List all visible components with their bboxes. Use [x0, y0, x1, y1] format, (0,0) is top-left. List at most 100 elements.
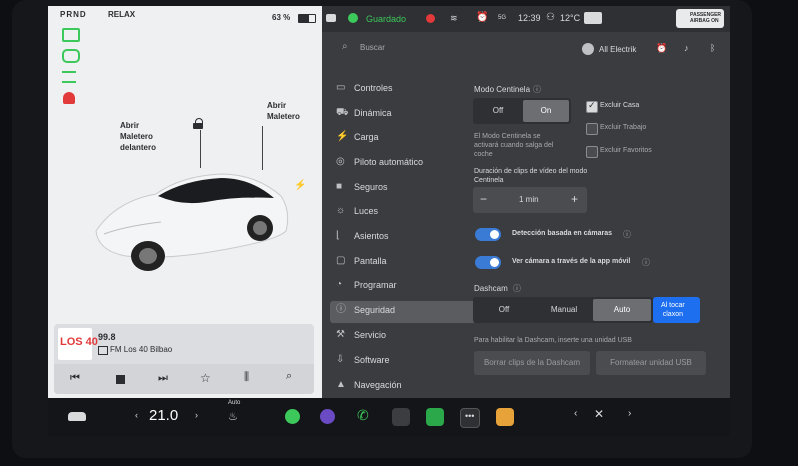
- sidebar-item-pantalla[interactable]: ▢ Pantalla: [330, 252, 476, 274]
- gear-indicator: PRND: [60, 10, 87, 19]
- sidebar-item-controles[interactable]: ▭ Controles: [330, 79, 476, 101]
- view-camera-app-toggle[interactable]: [475, 256, 501, 269]
- sidebar-item-software[interactable]: ⇩ Software: [330, 351, 476, 373]
- sidebar-item-programar[interactable]: ◔ Programar: [330, 276, 476, 298]
- sidebar-item-carga[interactable]: ⚡ Carga: [330, 128, 476, 150]
- exclude-home-label: Excluir Casa: [600, 102, 640, 109]
- volume-up-icon[interactable]: ›: [628, 408, 631, 419]
- settings-panel: Guardado ≋ ⏰ 5G 12:39 ⚇ 12°C PASSENGER A…: [322, 6, 730, 398]
- seat-heater-icon[interactable]: ♨: [228, 410, 238, 423]
- car-model-image: [95, 173, 289, 271]
- lte-status-icon: 5G: [498, 15, 507, 21]
- wrench-icon: ⚒: [336, 329, 345, 340]
- volume-down-icon[interactable]: ‹: [574, 408, 577, 419]
- sidebar-item-piloto[interactable]: ◎ Piloto automático: [330, 153, 476, 175]
- car-icon: ⛟: [336, 107, 349, 118]
- sentry-on-button[interactable]: On: [523, 100, 569, 122]
- drive-mode: RELAX: [108, 10, 136, 19]
- recording-dot-icon: [426, 14, 435, 23]
- cabin-temperature[interactable]: 21.0: [149, 407, 178, 424]
- alarm-icon[interactable]: ⏰: [656, 43, 667, 54]
- download-icon: ⇩: [336, 354, 345, 365]
- radio-frequency: 99.8: [98, 332, 116, 342]
- clock-icon: ◔: [336, 279, 343, 290]
- sentry-description: El Modo Centinela se activará cuando sal…: [474, 133, 554, 158]
- view-camera-app-info-icon[interactable]: ⓘ: [642, 257, 650, 268]
- status-bar: Guardado ≋ ⏰ 5G 12:39 ⚇ 12°C PASSENGER A…: [322, 6, 730, 32]
- spotify-icon[interactable]: [285, 409, 300, 424]
- notification-bell-icon[interactable]: ♪: [684, 43, 689, 53]
- exclude-home-checkbox[interactable]: ✓: [586, 100, 598, 113]
- stop-icon[interactable]: [116, 375, 125, 384]
- lock-icon: ■: [336, 181, 343, 192]
- toybox-icon[interactable]: [496, 408, 514, 426]
- sidebar-item-seguros[interactable]: ■ Seguros: [330, 178, 476, 200]
- dashcam-off-button[interactable]: Off: [475, 299, 533, 321]
- next-track-icon[interactable]: ⏭: [158, 372, 168, 385]
- car-panel: PRND RELAX 63 % Abrir Maletero delantero…: [48, 6, 324, 398]
- plus-icon[interactable]: +: [571, 192, 578, 206]
- dashcam-manual-button[interactable]: Manual: [535, 299, 593, 321]
- equalizer-icon[interactable]: ⫼: [244, 371, 249, 384]
- camera-detection-info-icon[interactable]: ⓘ: [623, 229, 631, 240]
- radio-icon: [98, 346, 108, 355]
- sidebar-item-dinamica[interactable]: ⛟ Dinámica: [330, 104, 476, 126]
- sidebar-item-navegacion[interactable]: ▲ Navegación: [330, 376, 476, 398]
- seat-icon: ⌊: [336, 230, 340, 241]
- previous-track-icon[interactable]: ⏮: [70, 372, 80, 385]
- delete-dashcam-clips-button[interactable]: Borrar clips de la Dashcam: [474, 351, 590, 375]
- sentry-off-button[interactable]: Off: [475, 100, 521, 122]
- sun-icon: ☼: [336, 205, 346, 216]
- camera-detection-toggle[interactable]: [475, 228, 501, 241]
- toggle-icon: ▭: [336, 82, 346, 93]
- open-trunk-label[interactable]: Abrir Maletero: [267, 100, 300, 122]
- format-usb-button[interactable]: Formatear unidad USB: [596, 351, 706, 375]
- exclude-favorites-checkbox[interactable]: [586, 146, 598, 158]
- search-input[interactable]: Buscar: [360, 43, 385, 52]
- auto-headlight-icon: [62, 49, 80, 63]
- dashcam-title: Dashcam: [474, 284, 508, 293]
- energy-app-icon[interactable]: [426, 408, 444, 426]
- phone-icon[interactable]: ✆: [357, 407, 369, 424]
- more-apps-icon[interactable]: •••: [460, 408, 480, 428]
- sidebar-item-servicio[interactable]: ⚒ Servicio: [330, 326, 476, 348]
- station-logo: LOS 40: [58, 328, 98, 360]
- sidebar-item-luces[interactable]: ☼ Luces: [330, 202, 476, 224]
- open-frunk-label[interactable]: Abrir Maletero delantero: [120, 120, 156, 153]
- radio-station: FM Los 40 Bilbao: [110, 345, 173, 354]
- wifi-status-icon: ≋: [450, 13, 458, 23]
- dashcam-info-icon[interactable]: ⓘ: [513, 283, 521, 294]
- exclude-work-label: Excluir Trabajo: [600, 124, 647, 131]
- user-name[interactable]: All Electrik: [599, 45, 636, 54]
- car-dock-icon[interactable]: [68, 412, 86, 421]
- clip-duration-stepper: − 1 min +: [473, 187, 587, 213]
- user-status-icon: ⚇: [546, 12, 555, 23]
- mute-icon[interactable]: ✕: [594, 407, 604, 421]
- sidebar-item-asientos[interactable]: ⌊ Asientos: [330, 227, 476, 249]
- aqi-badge: [584, 12, 602, 24]
- unlock-icon[interactable]: [193, 118, 203, 129]
- dashcam-honk-button[interactable]: Al tocar claxon: [653, 297, 700, 323]
- user-avatar-icon[interactable]: [582, 43, 594, 55]
- sentry-info-icon[interactable]: ⓘ: [533, 84, 541, 95]
- dashcam-auto-button[interactable]: Auto: [593, 299, 651, 321]
- media-app-icon[interactable]: [320, 409, 335, 424]
- temp-up-icon[interactable]: ›: [195, 410, 198, 420]
- view-camera-app-label: Ver cámara a través de la app móvil: [512, 258, 631, 265]
- seatbelt-warning-icon: [63, 92, 75, 104]
- sidebar-item-seguridad[interactable]: ⓘ Seguridad: [330, 301, 476, 323]
- touchscreen: PRND RELAX 63 % Abrir Maletero delantero…: [48, 6, 730, 398]
- temp-down-icon[interactable]: ‹: [135, 410, 138, 420]
- search-icon[interactable]: ⌕: [342, 41, 348, 52]
- camera-app-icon[interactable]: [392, 408, 410, 426]
- steering-icon: ◎: [336, 156, 345, 167]
- bluetooth-icon[interactable]: ᛒ: [710, 43, 715, 53]
- alarm-status-icon: ⏰: [476, 12, 489, 23]
- search-media-icon[interactable]: ⌕: [286, 370, 292, 383]
- clip-duration-value: 1 min: [519, 195, 539, 204]
- airbag-indicator: PASSENGER AIRBAG ON: [676, 9, 724, 28]
- minus-icon[interactable]: −: [480, 192, 487, 206]
- exclude-work-checkbox[interactable]: [586, 123, 598, 135]
- favorite-icon[interactable]: ☆: [200, 371, 211, 385]
- usb-note: Para habilitar la Dashcam, inserte una u…: [474, 337, 632, 344]
